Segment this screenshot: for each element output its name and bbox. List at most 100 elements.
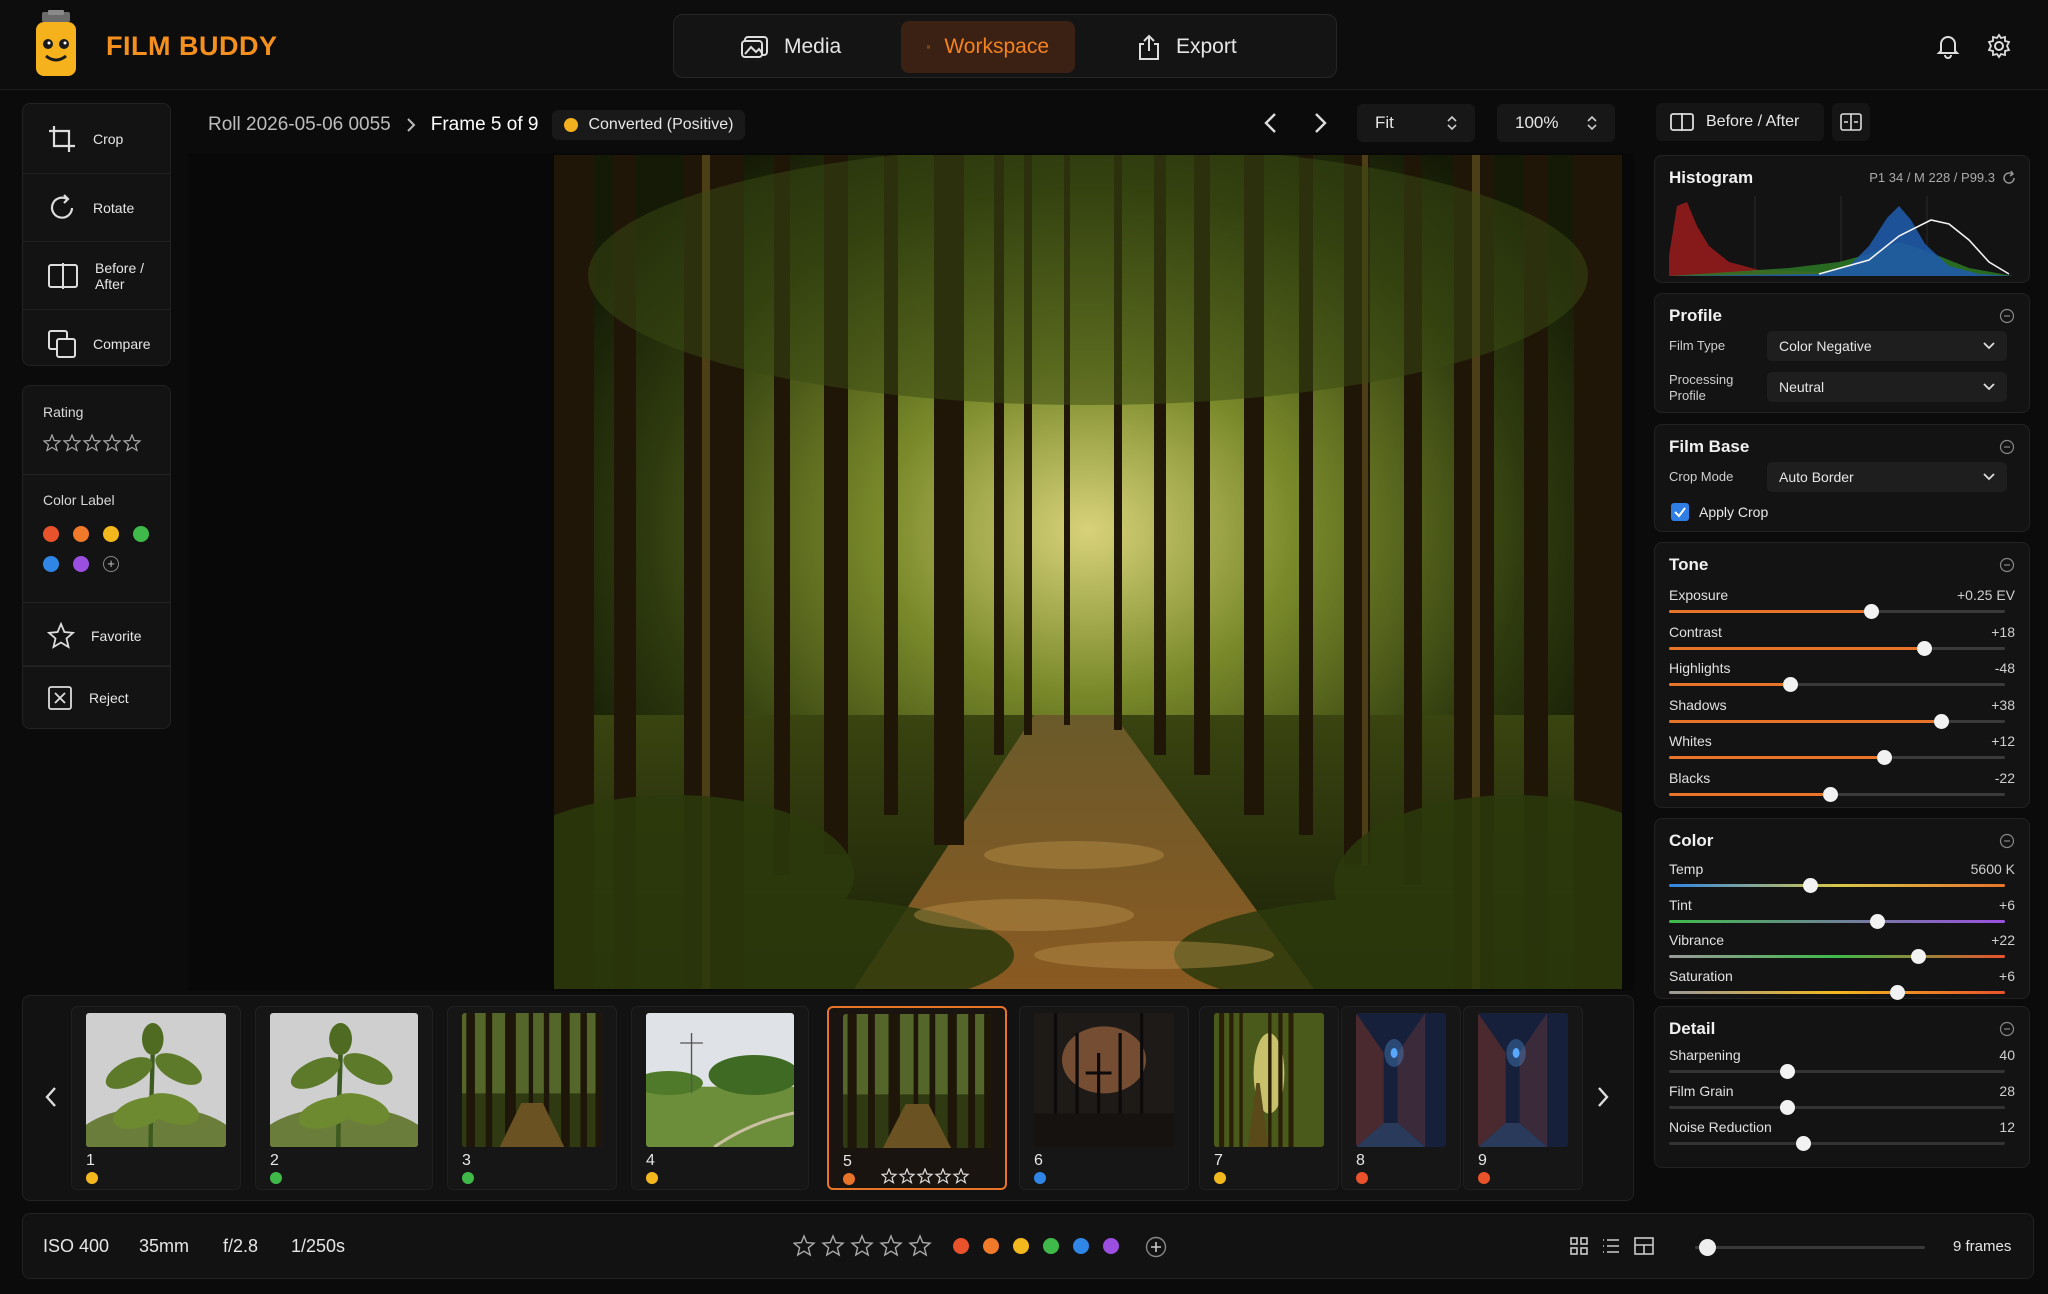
tool-compare[interactable]: Compare: [23, 310, 170, 378]
slider-contrast[interactable]: Contrast +18: [1669, 624, 2015, 656]
gear-icon[interactable]: [1986, 33, 2012, 59]
tab-workspace[interactable]: Workspace: [901, 21, 1075, 73]
color-label-swatch[interactable]: [1103, 1238, 1119, 1254]
slider-shadows[interactable]: Shadows +38: [1669, 697, 2015, 729]
checkbox-checked-icon[interactable]: [1671, 503, 1689, 521]
slider-exposure[interactable]: Exposure +0.25 EV: [1669, 587, 2015, 619]
color-label-swatch[interactable]: [1043, 1238, 1059, 1254]
slider-track[interactable]: [1669, 750, 2005, 766]
color-label-swatch[interactable]: [73, 526, 89, 542]
color-label-swatch[interactable]: [1013, 1238, 1029, 1254]
slider-knob[interactable]: [1779, 1064, 1795, 1079]
filmstrip-thumbnail[interactable]: 6: [1019, 1006, 1189, 1190]
filmstrip-thumbnail[interactable]: 5: [827, 1006, 1007, 1190]
slider-highlights[interactable]: Highlights -48: [1669, 660, 2015, 693]
star-icons[interactable]: [43, 434, 143, 452]
tab-media[interactable]: Media: [714, 21, 867, 73]
filmstrip-thumbnail[interactable]: 4: [631, 1006, 809, 1190]
color-label-swatch[interactable]: [133, 526, 149, 542]
collapse-icon[interactable]: [1999, 439, 2015, 455]
slider-blacks[interactable]: Blacks -22: [1669, 770, 2015, 802]
filmstrip-next-button[interactable]: [1593, 1084, 1613, 1110]
collapse-icon[interactable]: [1999, 1021, 2015, 1037]
slider-whites[interactable]: Whites +12: [1669, 733, 2015, 766]
slider-vibrance[interactable]: Vibrance +22: [1669, 932, 2015, 965]
forest-photo[interactable]: [554, 155, 1622, 989]
slider-track[interactable]: [1669, 913, 2005, 929]
bottom-rating-stars[interactable]: [793, 1234, 933, 1258]
color-label-swatch[interactable]: [103, 526, 119, 542]
color-label-swatch[interactable]: [73, 556, 89, 572]
prev-frame-button[interactable]: [1256, 108, 1286, 138]
next-frame-button[interactable]: [1305, 108, 1335, 138]
slider-saturation[interactable]: Saturation +6: [1669, 968, 2015, 1000]
thumbnail-size-slider[interactable]: [1695, 1239, 1925, 1256]
slider-knob[interactable]: [1910, 949, 1926, 965]
thumbnail-size-knob[interactable]: [1698, 1239, 1716, 1256]
before-after-toggle[interactable]: Before / After: [1656, 103, 1824, 141]
filmstrip-thumbnail[interactable]: 8: [1341, 1006, 1461, 1190]
slider-knob[interactable]: [1917, 640, 1933, 656]
filmstrip-thumbnail[interactable]: 3: [447, 1006, 617, 1190]
tool-crop[interactable]: Crop: [23, 104, 170, 174]
image-viewer[interactable]: [188, 153, 1634, 991]
tab-export[interactable]: Export: [1110, 21, 1263, 73]
fit-select[interactable]: Fit: [1357, 104, 1475, 142]
slider-knob[interactable]: [1890, 984, 1906, 1000]
slider-sharpening[interactable]: Sharpening 40: [1669, 1047, 2015, 1079]
color-label-swatch[interactable]: [43, 526, 59, 542]
slider-track[interactable]: [1669, 1136, 2005, 1151]
slider-noise-reduction[interactable]: Noise Reduction 12: [1669, 1119, 2015, 1151]
frame-rating-stars[interactable]: [881, 1168, 971, 1184]
rating-stars[interactable]: [43, 434, 143, 452]
slider-knob[interactable]: [1863, 604, 1879, 619]
apply-crop-toggle[interactable]: Apply Crop: [1671, 503, 1768, 521]
slider-knob[interactable]: [1934, 713, 1950, 729]
filmstrip-thumbnail[interactable]: 7: [1199, 1006, 1339, 1190]
add-color-button[interactable]: [1145, 1236, 1167, 1258]
add-color-label-button[interactable]: +: [103, 556, 119, 572]
slider-track[interactable]: [1669, 949, 2005, 965]
breadcrumb-roll[interactable]: Roll 2026-05-06 0055: [208, 114, 391, 136]
crop-mode-select[interactable]: Auto Border: [1767, 462, 2007, 492]
color-label-swatch[interactable]: [983, 1238, 999, 1254]
slider-tint[interactable]: Tint +6: [1669, 897, 2015, 929]
tool-rotate[interactable]: Rotate: [23, 174, 170, 242]
slider-track[interactable]: [1669, 1100, 2005, 1115]
slider-track[interactable]: [1669, 713, 2005, 729]
slider-track[interactable]: [1669, 984, 2005, 1000]
collapse-icon[interactable]: [1999, 308, 2015, 324]
slider-knob[interactable]: [1870, 913, 1886, 929]
color-label-swatch[interactable]: [1073, 1238, 1089, 1254]
color-label-swatch[interactable]: [43, 556, 59, 572]
processing-profile-select[interactable]: Neutral: [1767, 372, 2007, 402]
filmstrip-view-icon[interactable]: [1633, 1236, 1655, 1256]
collapse-icon[interactable]: [1999, 557, 2015, 573]
reject-button[interactable]: Reject: [23, 670, 170, 726]
compare-side-button[interactable]: [1832, 103, 1870, 141]
bell-icon[interactable]: [1935, 33, 1961, 59]
grid-view-icon[interactable]: [1569, 1236, 1589, 1256]
slider-knob[interactable]: [1779, 1100, 1795, 1115]
filmstrip-thumbnail[interactable]: 9: [1463, 1006, 1583, 1190]
slider-track[interactable]: [1669, 604, 2005, 619]
tool-before-after[interactable]: Before / After: [23, 242, 170, 310]
slider-knob[interactable]: [1823, 787, 1839, 802]
filmstrip-prev-button[interactable]: [41, 1084, 61, 1110]
histogram-refresh-icon[interactable]: [2001, 170, 2017, 186]
slider-track[interactable]: [1669, 1064, 2005, 1079]
slider-knob[interactable]: [1796, 1136, 1812, 1151]
slider-track[interactable]: [1669, 787, 2005, 802]
filmstrip-thumbnail[interactable]: 2: [255, 1006, 433, 1190]
zoom-select[interactable]: 100%: [1497, 104, 1615, 142]
color-label-swatch[interactable]: [953, 1238, 969, 1254]
list-view-icon[interactable]: [1601, 1236, 1621, 1256]
slider-track[interactable]: [1669, 878, 2005, 893]
slider-knob[interactable]: [1877, 750, 1893, 766]
slider-track[interactable]: [1669, 640, 2005, 656]
slider-film-grain[interactable]: Film Grain 28: [1669, 1083, 2015, 1115]
slider-knob[interactable]: [1782, 677, 1798, 693]
collapse-icon[interactable]: [1999, 833, 2015, 849]
film-type-select[interactable]: Color Negative: [1767, 331, 2007, 361]
slider-temp[interactable]: Temp 5600 K: [1669, 861, 2015, 893]
